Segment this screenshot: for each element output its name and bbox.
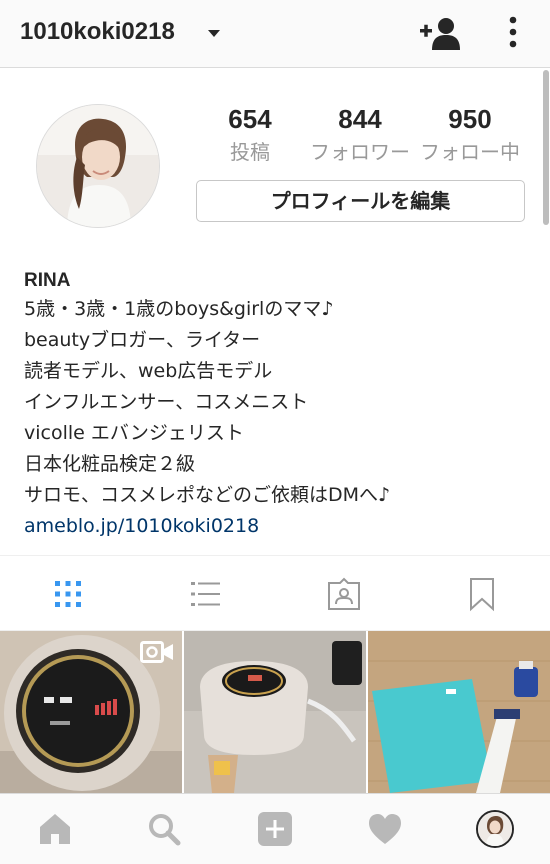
add-post-icon[interactable]: [257, 811, 293, 847]
account-username[interactable]: 1010koki0218: [20, 18, 175, 46]
search-icon[interactable]: [146, 811, 182, 847]
bio-line: vicolle エバンジェリスト: [24, 422, 244, 444]
profile-tabs: [0, 555, 550, 631]
video-camera-icon: [140, 641, 173, 663]
bio-website-link[interactable]: ameblo.jp/1010koki0218: [24, 511, 534, 542]
edit-profile-button[interactable]: プロフィールを編集: [196, 180, 525, 222]
bio-line: 5歳・3歳・1歳のboys&girlのママ♪: [24, 298, 334, 320]
bookmark-icon[interactable]: [464, 576, 500, 612]
posts-label: 投稿: [230, 142, 270, 164]
post-grid: [0, 631, 550, 793]
profile-avatar[interactable]: [476, 810, 514, 848]
list-icon[interactable]: [188, 576, 224, 612]
add-user-icon[interactable]: [418, 16, 462, 50]
top-bar: 1010koki0218: [0, 0, 550, 68]
profile-bio: RINA 5歳・3歳・1歳のboys&girlのママ♪ beautyブロガー、ラ…: [24, 268, 534, 542]
bio-line: 読者モデル、web広告モデル: [24, 360, 273, 382]
followers-count: 844: [338, 104, 382, 134]
stat-posts[interactable]: 654 投稿: [200, 104, 300, 168]
tagged-icon[interactable]: [326, 576, 362, 612]
bottom-navigation: [0, 793, 550, 864]
stat-followers[interactable]: 844 フォロワー: [310, 104, 410, 168]
following-count: 950: [448, 104, 492, 134]
profile-avatar[interactable]: [36, 104, 160, 228]
posts-count: 654: [228, 104, 272, 134]
scrollbar[interactable]: [543, 70, 549, 225]
bio-name: RINA: [24, 270, 71, 291]
bio-line: beautyブロガー、ライター: [24, 329, 261, 351]
home-icon[interactable]: [37, 811, 73, 847]
following-label: フォロー中: [420, 142, 520, 164]
chevron-down-icon[interactable]: [208, 30, 220, 37]
post-thumbnail[interactable]: [184, 631, 366, 793]
stat-following[interactable]: 950 フォロー中: [420, 104, 520, 168]
followers-label: フォロワー: [310, 142, 410, 164]
bio-line: インフルエンサー、コスメニスト: [24, 391, 309, 413]
bio-line: 日本化粧品検定２級: [24, 453, 196, 475]
grid-icon[interactable]: [50, 576, 86, 612]
post-thumbnail-video[interactable]: [0, 631, 182, 793]
heart-icon[interactable]: [367, 811, 403, 847]
more-vertical-icon[interactable]: [502, 14, 524, 50]
post-thumbnail[interactable]: [368, 631, 550, 793]
bio-line: サロモ、コスメレポなどのご依頼はDMへ♪: [24, 484, 391, 506]
